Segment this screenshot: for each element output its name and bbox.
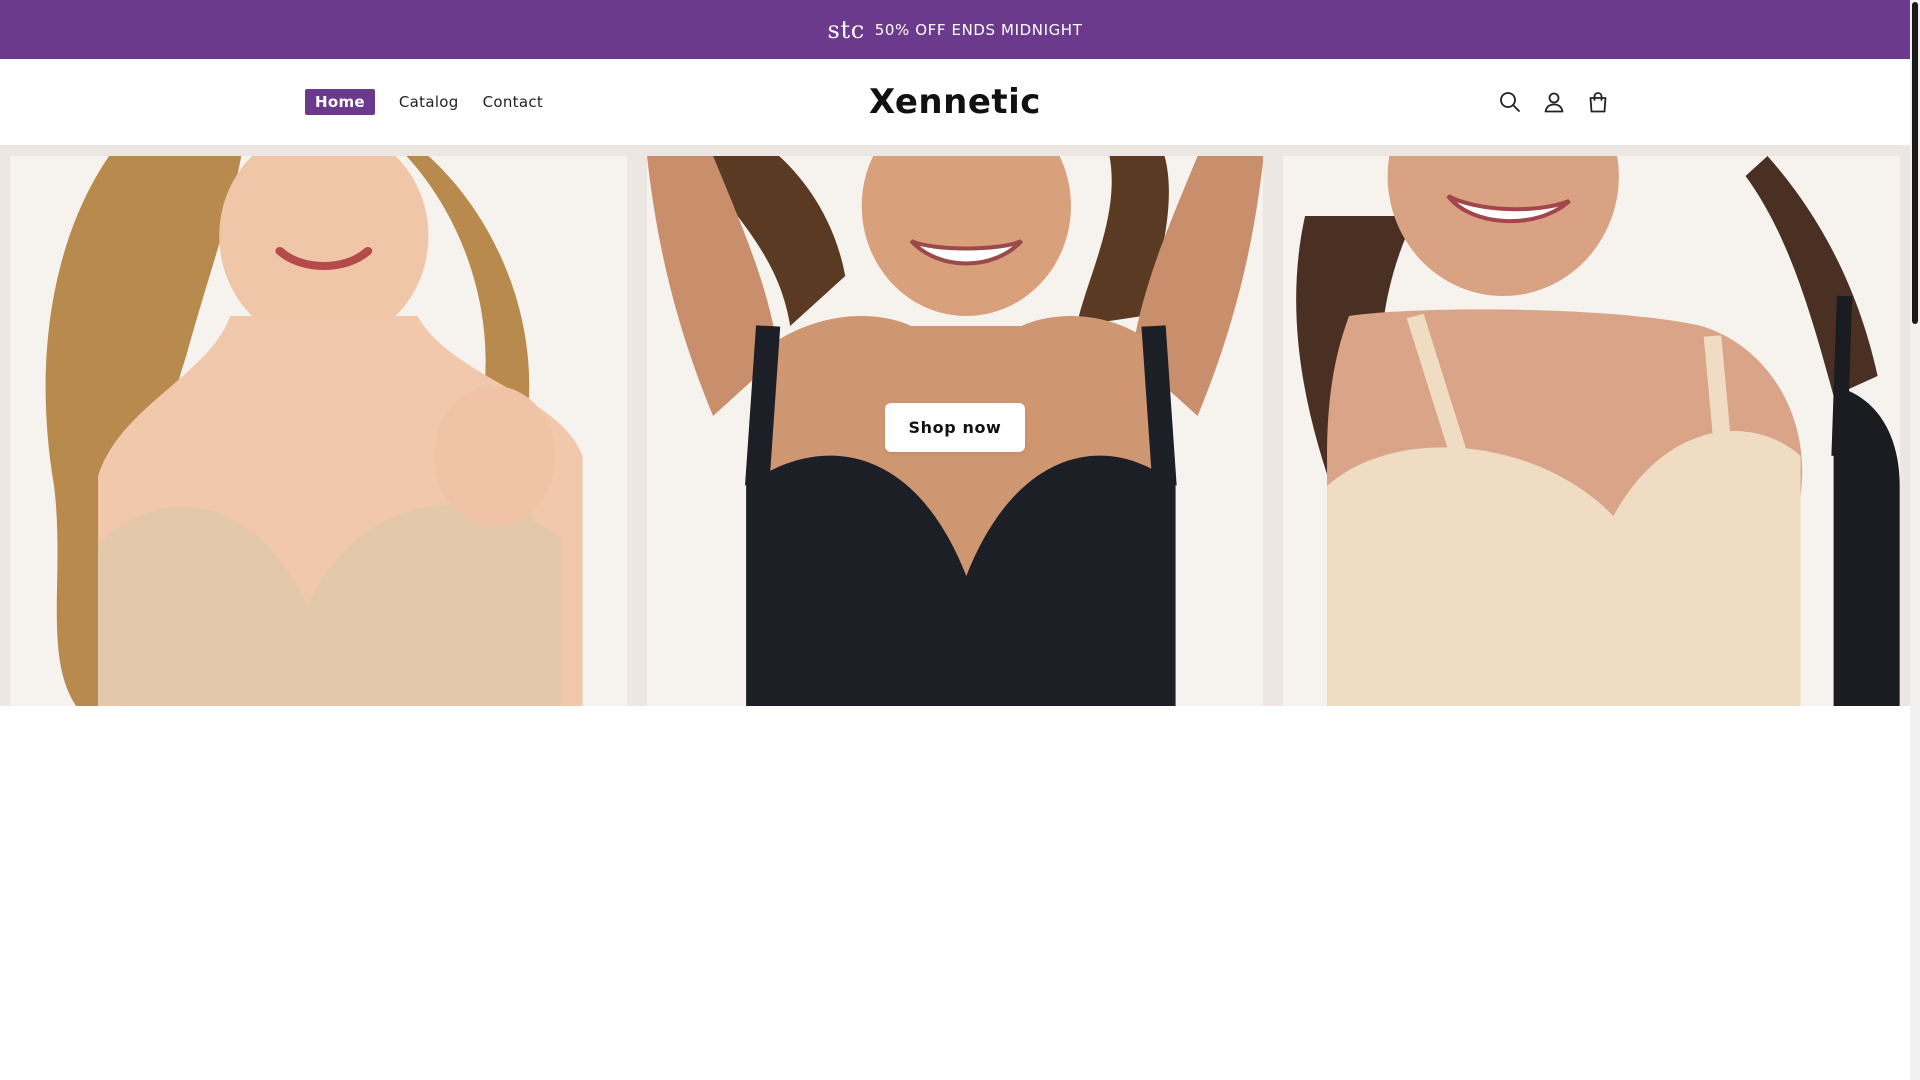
nav-home[interactable]: Home — [305, 89, 375, 115]
main-nav: Home Catalog Contact — [305, 59, 567, 145]
shop-now-button[interactable]: Shop now — [885, 403, 1025, 452]
search-icon[interactable] — [1498, 90, 1522, 114]
page-scrollbar[interactable] — [1910, 0, 1920, 1080]
model-beige-plus-size-image — [45, 146, 583, 706]
page: stc 50% OFF ENDS MIDNIGHT Home Catalog C… — [0, 0, 1910, 1080]
header-icons — [1498, 59, 1610, 145]
nav-catalog[interactable]: Catalog — [399, 93, 459, 111]
hero-image-panel-1[interactable] — [0, 146, 637, 706]
announcement-text[interactable]: 50% OFF ENDS MIDNIGHT — [875, 21, 1083, 39]
hero-image-frame — [1283, 146, 1901, 706]
nav-contact[interactable]: Contact — [483, 93, 543, 111]
account-icon[interactable] — [1542, 90, 1566, 114]
hero-image-panel-3[interactable] — [1273, 146, 1910, 706]
announcement-bar: stc 50% OFF ENDS MIDNIGHT — [0, 0, 1910, 59]
scrollbar-thumb[interactable] — [1912, 2, 1918, 324]
hero-banner: Shop now — [0, 146, 1910, 706]
stc-logo: stc — [827, 15, 865, 44]
site-header: Home Catalog Contact Xennetic — [0, 59, 1910, 146]
cart-icon[interactable] — [1586, 90, 1610, 114]
content-area — [0, 706, 1910, 1080]
model-beige-shapewear-image — [1296, 146, 1901, 706]
brand-wrapper: Xennetic — [0, 59, 1910, 145]
hero-image-frame — [10, 146, 627, 706]
brand-logo[interactable]: Xennetic — [869, 82, 1041, 122]
